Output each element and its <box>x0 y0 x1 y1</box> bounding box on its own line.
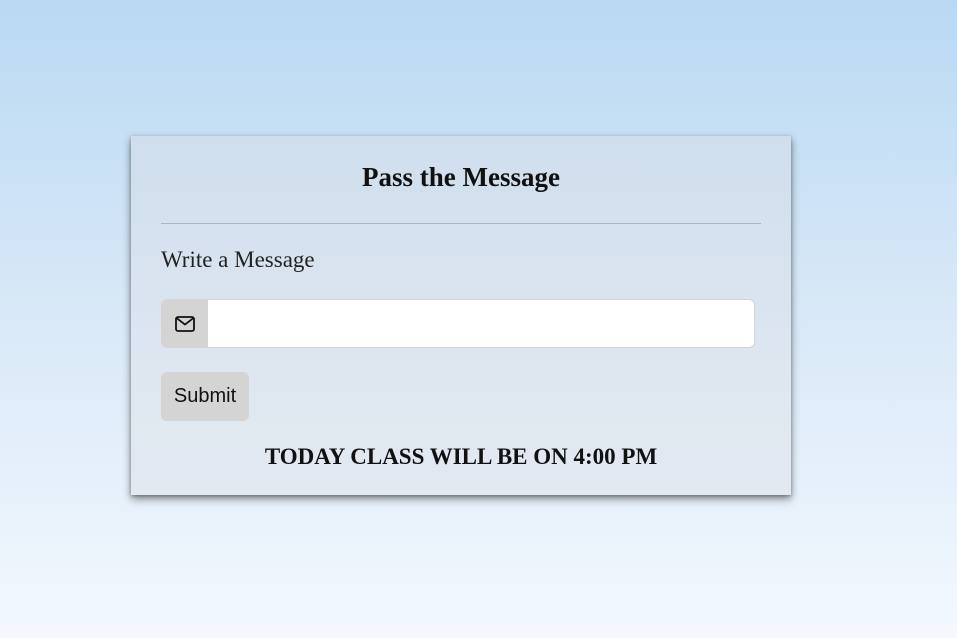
divider <box>161 223 761 224</box>
message-label: Write a Message <box>161 247 315 272</box>
message-input[interactable] <box>208 300 754 347</box>
message-card: Pass the Message Write a Message Submit … <box>131 136 791 495</box>
card-title: Pass the Message <box>362 162 560 192</box>
message-input-group <box>161 299 755 348</box>
submit-button[interactable]: Submit <box>161 372 249 421</box>
announcement-text: TODAY CLASS WILL BE ON 4:00 PM <box>264 444 658 469</box>
envelope-icon <box>162 300 208 347</box>
